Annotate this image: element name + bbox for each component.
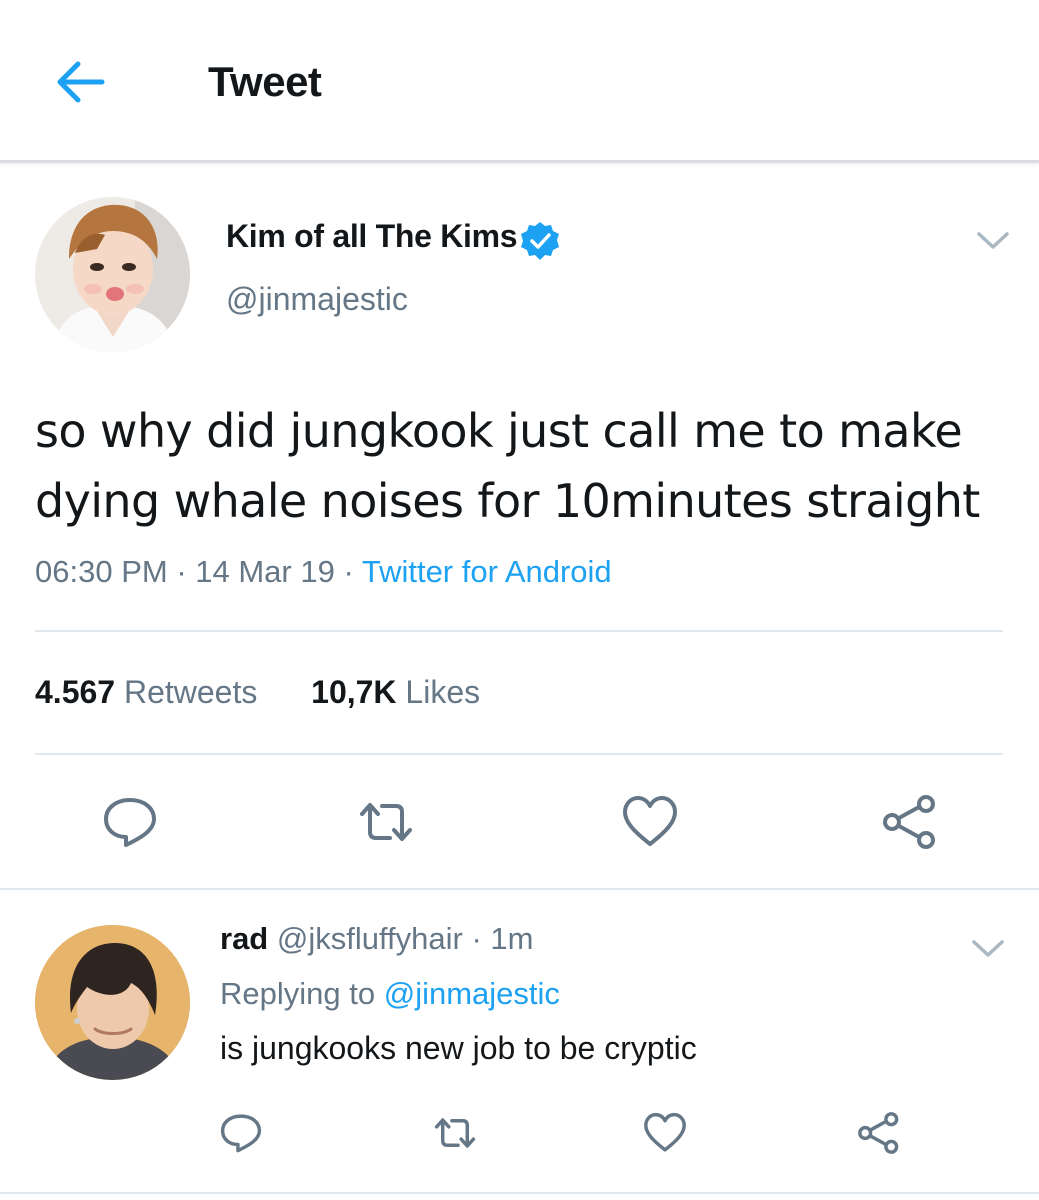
mention-link[interactable]: @jinmajestic — [384, 976, 560, 1011]
heart-icon[interactable] — [620, 792, 680, 852]
page-title: Tweet — [208, 58, 322, 105]
replying-prefix: Replying to — [220, 976, 384, 1011]
verified-badge-icon — [521, 222, 559, 260]
reply-text: is jungkooks new job to be cryptic — [220, 1030, 697, 1066]
reply-icon[interactable] — [218, 1110, 264, 1156]
retweets-label: Retweets — [123, 674, 258, 710]
divider — [35, 753, 1003, 755]
likes-count: 10,7K — [311, 674, 397, 710]
heart-icon[interactable] — [642, 1110, 688, 1156]
likes-label: Likes — [405, 674, 481, 710]
reply-avatar[interactable] — [35, 925, 190, 1080]
share-icon[interactable] — [856, 1110, 902, 1156]
divider — [35, 630, 1003, 632]
reply-time: 1m — [490, 921, 534, 956]
reply-handle[interactable]: @jksfluffyhair — [277, 921, 463, 956]
meta-separator: · — [334, 554, 362, 589]
share-icon[interactable] — [880, 792, 940, 852]
display-name[interactable]: Kim of all The Kims — [226, 218, 518, 255]
tweet-meta: 06:30 PM · 14 Mar 19 · Twitter for Andro… — [35, 554, 612, 590]
avatar-photo — [35, 197, 190, 352]
tweet-time: 06:30 PM — [35, 554, 168, 589]
avatar-photo — [35, 925, 190, 1080]
top-bar — [0, 0, 1039, 163]
arrow-left-icon[interactable] — [52, 56, 108, 108]
meta-separator: · — [167, 554, 196, 589]
likes-stat[interactable]: 10,7K Likes — [311, 674, 480, 710]
retweet-icon[interactable] — [432, 1110, 478, 1156]
meta-separator: · — [462, 921, 491, 956]
retweets-count: 4.567 — [35, 674, 116, 710]
retweets-stat[interactable]: 4.567 Retweets — [35, 674, 257, 710]
user-handle[interactable]: @jinmajestic — [226, 281, 408, 318]
replying-to: Replying to @jinmajestic — [220, 976, 560, 1012]
tweet-text: so why did jungkook just call me to make… — [35, 404, 980, 528]
tweet-date: 14 Mar 19 — [195, 554, 335, 589]
reply-display-name[interactable]: rad — [220, 921, 268, 956]
tweet-stats: 4.567 Retweets 10,7K Likes — [35, 674, 480, 711]
retweet-icon[interactable] — [356, 792, 416, 852]
divider — [0, 1192, 1039, 1194]
reply-icon[interactable] — [100, 792, 160, 852]
avatar[interactable] — [35, 197, 190, 352]
chevron-down-icon[interactable] — [968, 932, 1008, 964]
reply-header: rad @jksfluffyhair · 1m — [220, 921, 533, 957]
chevron-down-icon[interactable] — [973, 224, 1013, 256]
divider — [0, 888, 1039, 890]
tweet-source-link[interactable]: Twitter for Android — [362, 554, 612, 589]
